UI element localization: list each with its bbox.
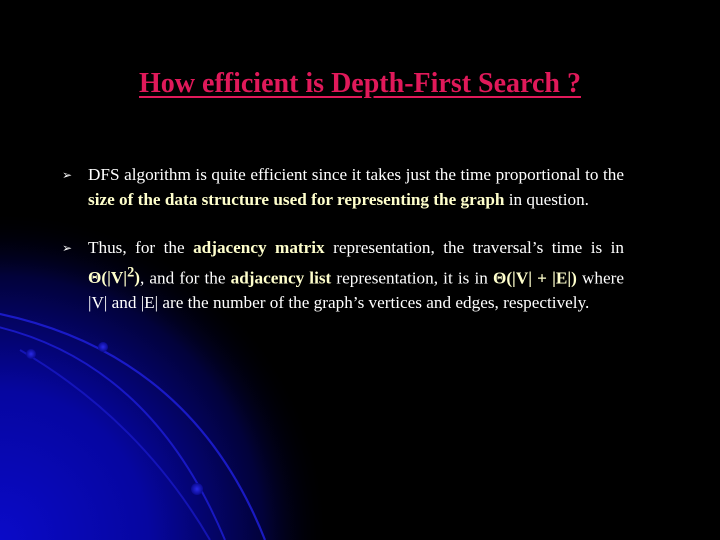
highlighted-phrase: adjacency list xyxy=(230,268,332,288)
orbit-dot-left xyxy=(26,349,36,359)
arrowhead-bullet-icon: ➢ xyxy=(62,168,73,182)
text-segment: in question. xyxy=(504,189,589,209)
text-segment: , and for the xyxy=(139,268,231,288)
bullet-list: ➢ DFS algorithm is quite efficient since… xyxy=(62,163,624,315)
slide-title-container: How efficient is Depth-First Search ? xyxy=(0,68,720,100)
bullet-text: DFS algorithm is quite efficient since i… xyxy=(88,165,624,209)
highlighted-phrase: adjacency matrix xyxy=(193,238,325,257)
slide-title: How efficient is Depth-First Search ? xyxy=(139,68,581,99)
complexity-formula: Θ(|V| + |E|) xyxy=(492,268,577,288)
highlighted-phrase: size of the data structure used for repr… xyxy=(88,189,505,209)
formula-part: Θ(|V| xyxy=(88,268,128,288)
complexity-formula: Θ(|V|2) xyxy=(88,265,140,288)
bullet-item: ➢ DFS algorithm is quite efficient since… xyxy=(62,163,624,212)
text-segment: DFS algorithm is quite efficient since i… xyxy=(88,165,624,184)
bullet-item: ➢ Thus, for the adjacency matrix represe… xyxy=(62,236,624,315)
bullet-text: Thus, for the adjacency matrix represent… xyxy=(88,238,624,312)
text-segment: Thus, for the xyxy=(88,238,194,257)
orbit-dot-mid xyxy=(98,342,108,352)
text-segment: representation, the traversal’s time is … xyxy=(324,238,624,257)
orbit-dot-low xyxy=(191,483,203,495)
text-segment: representation, it is in xyxy=(331,268,493,288)
arrowhead-bullet-icon: ➢ xyxy=(62,241,73,255)
